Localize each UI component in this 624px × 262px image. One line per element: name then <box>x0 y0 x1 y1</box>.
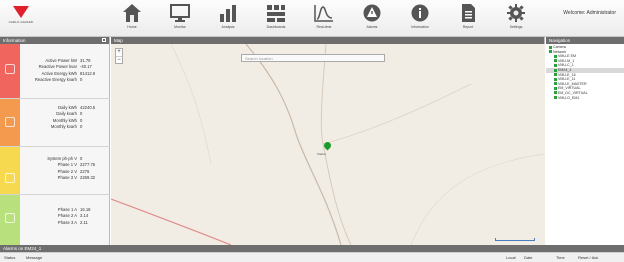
bar-chart-icon <box>220 5 236 22</box>
information-panel: Information Active Power kW 31.79 Reactiv… <box>0 37 110 245</box>
information-panel-title: Information <box>3 38 26 43</box>
toolbar-information-label: Information <box>411 25 429 29</box>
top-toolbar: CARLO GAVAZZI Home Monitor Analysis Dash… <box>0 0 624 37</box>
map-scale-bar <box>495 238 535 241</box>
node-icon <box>549 50 552 54</box>
local-column-header[interactable]: Local <box>506 253 516 262</box>
toolbar-monitor-button[interactable]: Monitor <box>160 3 200 35</box>
toolbar-dashboards-label: Dashboards <box>266 25 286 29</box>
energy-band <box>0 99 20 146</box>
toolbar-information-button[interactable]: Information <box>400 3 440 35</box>
date-column-header[interactable]: Date <box>524 253 532 262</box>
info-icon <box>411 4 429 22</box>
voltage-band <box>0 147 20 194</box>
power-band <box>0 44 20 98</box>
zoom-out-button[interactable]: − <box>116 56 122 63</box>
energy-icon <box>5 117 15 127</box>
toolbar-report-label: Report <box>462 25 474 29</box>
node-icon <box>554 77 557 81</box>
node-icon <box>554 86 557 90</box>
voltage-section: System ph-ph V0 Phase 1 V 2277.75 Phase 2… <box>0 147 110 195</box>
alarms-panel-header[interactable]: Alarms on EM24_1 <box>0 245 624 252</box>
power-section: Active Power kW 31.79 Reactive Power kvar… <box>0 44 110 99</box>
node-icon <box>554 91 557 95</box>
dashboard-icon <box>267 5 285 22</box>
node-icon <box>554 68 557 72</box>
node-icon <box>549 45 552 49</box>
app-window: CARLO GAVAZZI Home Monitor Analysis Dash… <box>0 0 624 262</box>
toolbar-realtime-button[interactable]: Real-time <box>304 3 344 35</box>
toolbar-monitor-label: Monitor <box>174 25 186 29</box>
information-panel-header: Information <box>0 37 109 44</box>
node-icon <box>554 63 557 67</box>
navigation-panel-header: Navigation <box>546 37 624 44</box>
logo-text: CARLO GAVAZZI <box>8 20 34 24</box>
status-column-header[interactable]: Status <box>4 253 15 262</box>
map-panel-title: Map <box>114 38 123 43</box>
info-row: Reactive Energy kvarh 0 <box>34 76 83 82</box>
current-section: Phase 1 A 16.18 Phase 2 A 3.14 Phase 3 A 2.… <box>0 195 110 245</box>
toolbar-alarms-label: Alarms <box>366 25 378 29</box>
current-band <box>0 195 20 245</box>
navigation-panel: Navigation Camera Network VMU-E EM VMU-M… <box>546 37 624 245</box>
map-panel-header: Map <box>111 37 544 44</box>
reset-column-header[interactable]: Reset / Ack <box>578 253 598 262</box>
toolbar-alarms-button[interactable]: Alarms <box>352 3 392 35</box>
line-chart-icon <box>314 5 333 22</box>
brand-logo[interactable]: CARLO GAVAZZI <box>7 6 35 30</box>
power-icon <box>5 64 15 74</box>
monitor-icon <box>170 4 190 22</box>
tree-node[interactable]: VMU-O_EM1 <box>546 96 624 101</box>
alarm-icon <box>363 4 381 22</box>
toolbar-home-label: Home <box>127 25 137 29</box>
welcome-user[interactable]: Welcome: Administrator <box>563 10 616 16</box>
toolbar-settings-button[interactable]: Settings <box>496 3 536 35</box>
time-column-header[interactable]: Time <box>556 253 565 262</box>
gear-icon <box>507 4 525 22</box>
toolbar-report-button[interactable]: Report <box>448 3 488 35</box>
toolbar-home-button[interactable]: Home <box>112 3 152 35</box>
node-icon <box>554 59 557 63</box>
pin-icon[interactable] <box>102 38 106 42</box>
zoom-in-button[interactable]: + <box>116 49 122 56</box>
message-column-header[interactable]: Message <box>26 253 42 262</box>
zoom-control: + − <box>115 48 123 64</box>
toolbar-settings-label: Settings <box>509 25 523 29</box>
map-search-input[interactable]: Search location <box>241 54 385 62</box>
toolbar-analysis-button[interactable]: Analysis <box>208 3 248 35</box>
alarms-columns-bar: Status Message Local Date Time Reset / A… <box>0 252 624 262</box>
toolbar-analysis-label: Analysis <box>221 25 235 29</box>
map-canvas[interactable]: + − Search location Station <box>111 44 545 245</box>
info-row: Monthly kvarh 0 <box>50 123 83 129</box>
node-icon <box>554 73 557 77</box>
energy-section: Daily kWh 42240.5 Daily kvarh 0 Monthly kW… <box>0 99 110 147</box>
home-icon <box>123 4 141 22</box>
node-icon <box>554 82 557 86</box>
info-row: Phase 3 V 2269.32 <box>57 174 96 180</box>
toolbar-realtime-label: Real-time <box>316 25 332 29</box>
navigation-tree: Camera Network VMU-E EM VMU-M_1 VMU-C_1 … <box>546 45 624 100</box>
toolbar-dashboards-button[interactable]: Dashboards <box>256 3 296 35</box>
info-row: Phase 3 A 2.11 <box>57 219 88 225</box>
report-icon <box>462 4 475 22</box>
map-panel: Map + − Search location Station <box>111 37 545 245</box>
map-marker-label: Station <box>317 152 327 156</box>
node-icon <box>554 96 557 100</box>
node-icon <box>554 54 557 58</box>
current-icon <box>5 213 15 223</box>
voltage-icon <box>5 173 15 183</box>
navigation-panel-title: Navigation <box>549 38 571 43</box>
